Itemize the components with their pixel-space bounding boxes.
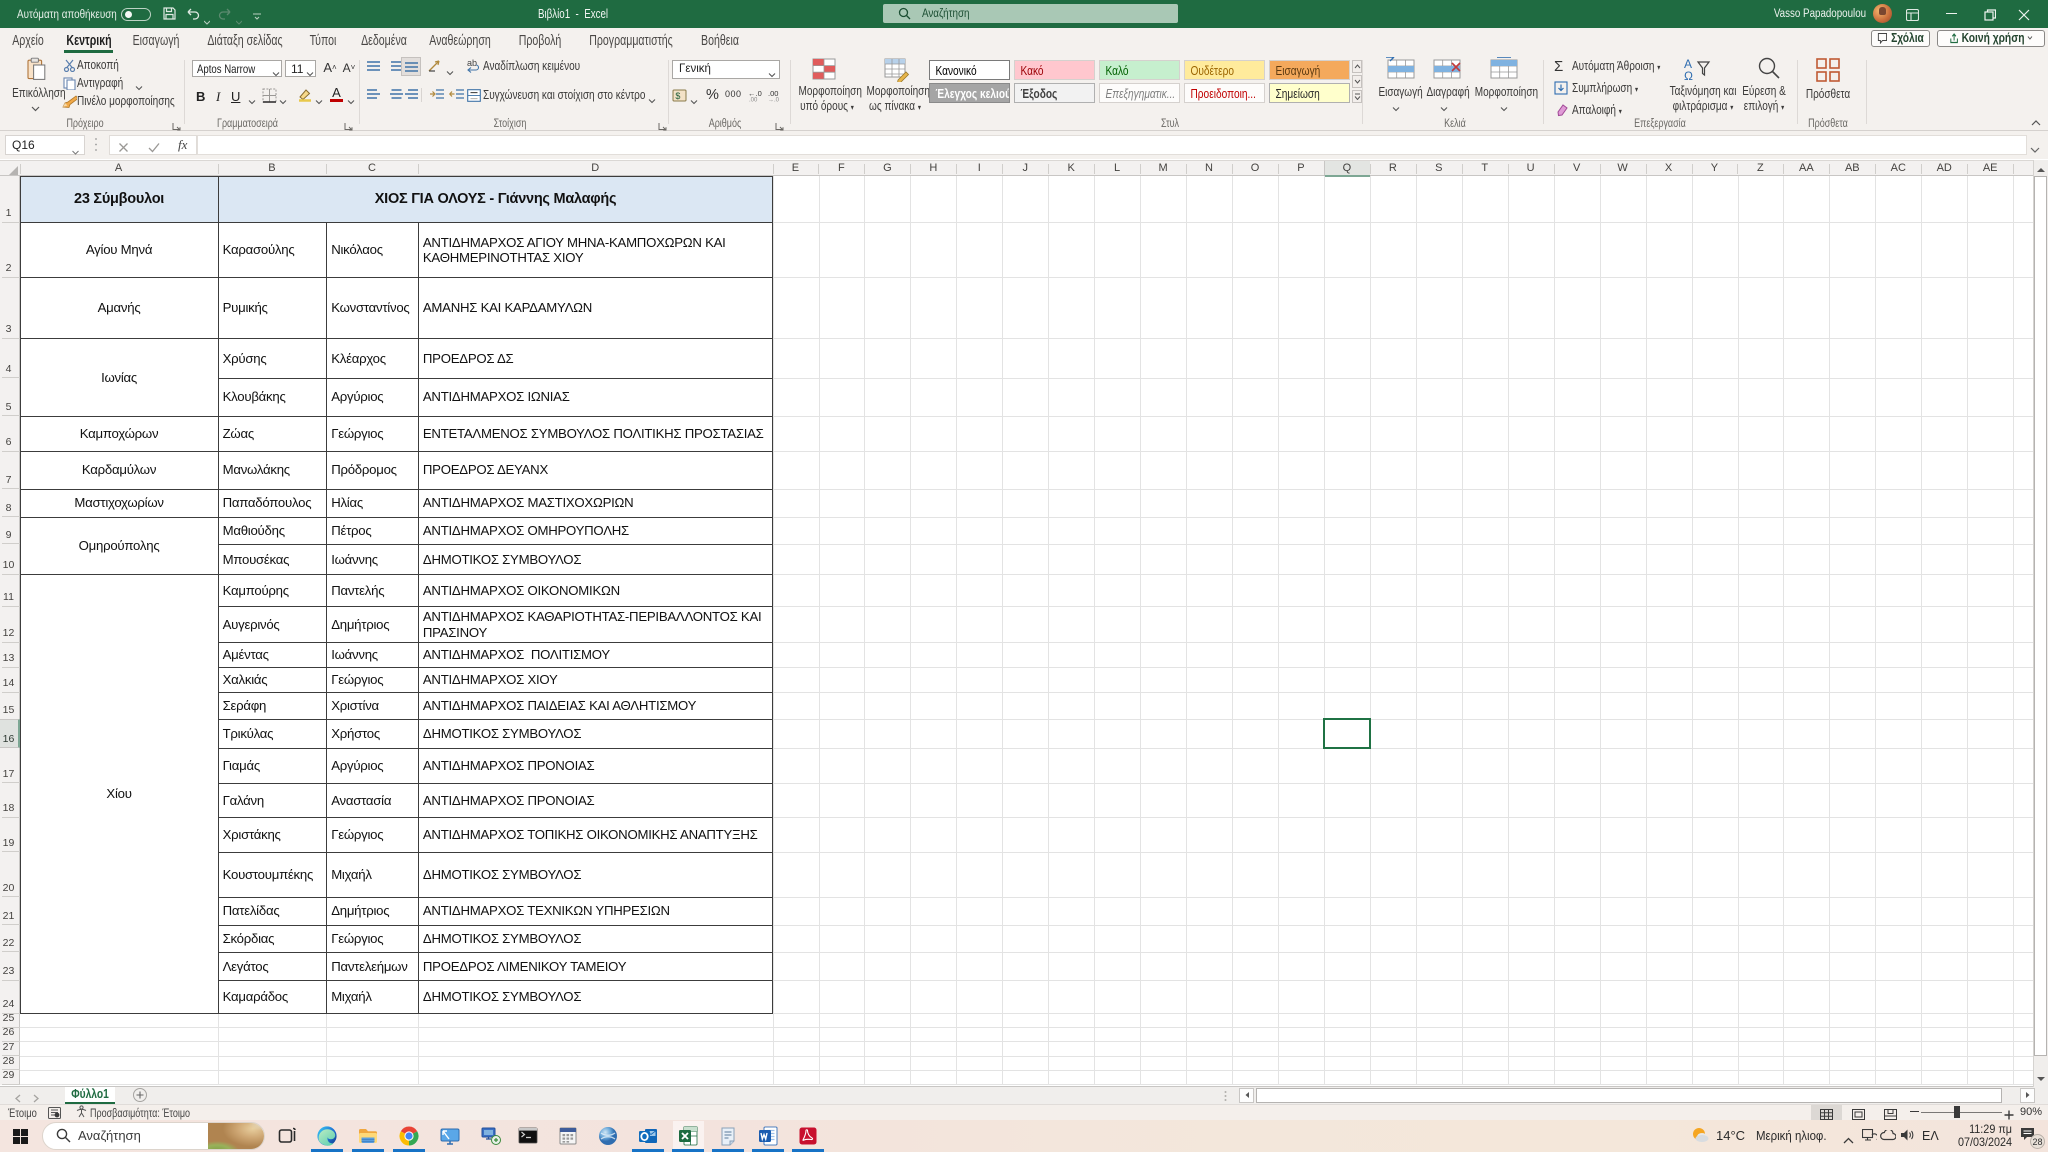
svg-text:Ω: Ω (1684, 69, 1693, 82)
svg-text:→.0: →.0 (768, 98, 780, 103)
svg-text:ab: ab (467, 58, 477, 68)
svg-text:.00: .00 (749, 98, 758, 103)
svg-text:$: $ (675, 91, 680, 101)
